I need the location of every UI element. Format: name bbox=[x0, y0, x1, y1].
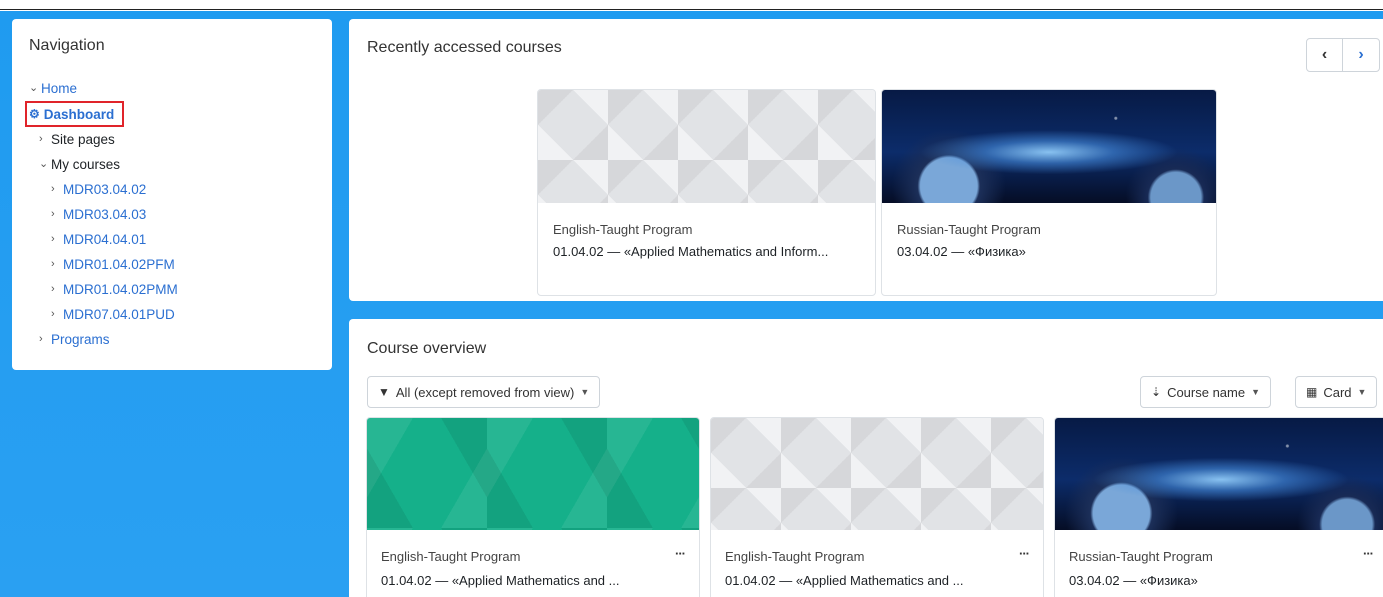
recent-course-card[interactable]: English-Taught Program 01.04.02 — «Appli… bbox=[537, 89, 876, 296]
nav-link-course[interactable]: MDR07.04.01PUD bbox=[63, 302, 175, 327]
course-name[interactable]: 01.04.02 — «Applied Mathematics and ... bbox=[725, 569, 1029, 593]
nav-label-site-pages[interactable]: Site pages bbox=[51, 127, 115, 152]
nav-label-my-courses[interactable]: My courses bbox=[51, 152, 120, 177]
caret-down-icon: ▼ bbox=[1357, 387, 1367, 397]
nav-link-course[interactable]: MDR01.04.02PMM bbox=[63, 277, 178, 302]
nav-item-course[interactable]: › MDR07.04.01PUD bbox=[29, 302, 315, 327]
course-name[interactable]: 03.04.02 — «Физика» bbox=[1069, 569, 1373, 593]
chevron-down-icon: ⌄ bbox=[29, 82, 39, 94]
course-card[interactable]: ··· English-Taught Program 01.04.02 — «A… bbox=[710, 417, 1044, 597]
navigation-block: Navigation ⌄ Home ⚙ Dashboard › Site pag… bbox=[12, 19, 332, 370]
nav-item-home[interactable]: ⌄ Home bbox=[29, 76, 315, 101]
recent-course-card[interactable]: Russian-Taught Program 03.04.02 — «Физик… bbox=[881, 89, 1217, 296]
nav-item-course[interactable]: › MDR01.04.02PMM bbox=[29, 277, 315, 302]
course-category: English-Taught Program bbox=[725, 549, 865, 564]
caret-down-icon: ▼ bbox=[1251, 387, 1261, 397]
nav-item-site-pages[interactable]: › Site pages bbox=[29, 127, 315, 152]
sort-dropdown[interactable]: ⇣ Course name ▼ bbox=[1140, 376, 1272, 408]
course-image[interactable] bbox=[1055, 418, 1383, 530]
navigation-title: Navigation bbox=[29, 37, 105, 54]
nav-item-programs[interactable]: › Programs bbox=[29, 327, 315, 352]
chevron-right-icon: › bbox=[51, 183, 55, 195]
course-image[interactable] bbox=[367, 418, 699, 530]
nav-link-course[interactable]: MDR04.04.01 bbox=[63, 227, 146, 252]
chevron-right-icon[interactable]: › bbox=[1343, 39, 1379, 71]
chevron-right-icon: › bbox=[39, 133, 43, 145]
nav-item-course[interactable]: › MDR03.04.02 bbox=[29, 177, 315, 202]
filter-label: All (except removed from view) bbox=[395, 384, 575, 400]
nav-link-programs[interactable]: Programs bbox=[51, 327, 110, 352]
chevron-right-icon: › bbox=[39, 333, 43, 345]
chevron-right-icon: › bbox=[51, 308, 55, 320]
navigation-tree: ⌄ Home ⚙ Dashboard › Site pages ⌄ My cou… bbox=[25, 76, 315, 352]
course-category: Russian-Taught Program bbox=[1069, 549, 1213, 564]
filter-icon: ▼ bbox=[378, 385, 390, 399]
nav-link-home[interactable]: Home bbox=[41, 76, 77, 101]
view-label: Card bbox=[1323, 384, 1352, 400]
overview-title: Course overview bbox=[367, 340, 487, 357]
recent-pager: ‹ › bbox=[1306, 38, 1380, 72]
nav-link-course[interactable]: MDR01.04.02PFM bbox=[63, 252, 175, 277]
chevron-down-icon: ⌄ bbox=[39, 158, 49, 170]
more-options-icon[interactable]: ··· bbox=[1019, 542, 1030, 566]
course-image[interactable] bbox=[538, 90, 875, 203]
chevron-right-icon: › bbox=[51, 208, 55, 220]
top-strip bbox=[0, 0, 1383, 10]
sort-icon: ⇣ bbox=[1151, 385, 1162, 399]
recent-title: Recently accessed courses bbox=[367, 39, 562, 56]
sort-label: Course name bbox=[1167, 384, 1246, 400]
course-card[interactable]: ··· Russian-Taught Program 03.04.02 — «Ф… bbox=[1054, 417, 1383, 597]
nav-link-course[interactable]: MDR03.04.03 bbox=[63, 202, 146, 227]
recently-accessed-block: Recently accessed courses ‹ › English-Ta… bbox=[349, 19, 1383, 301]
nav-item-dashboard[interactable]: ⚙ Dashboard bbox=[25, 101, 315, 127]
nav-item-course[interactable]: › MDR04.04.01 bbox=[29, 227, 315, 252]
course-overview-block: Course overview ▼ All (except removed fr… bbox=[349, 319, 1383, 597]
course-image[interactable] bbox=[711, 418, 1043, 530]
course-category: Russian-Taught Program bbox=[897, 222, 1041, 237]
nav-item-course[interactable]: › MDR03.04.03 bbox=[29, 202, 315, 227]
filter-dropdown[interactable]: ▼ All (except removed from view) ▼ bbox=[367, 376, 601, 408]
chevron-left-icon[interactable]: ‹ bbox=[1307, 39, 1343, 71]
chevron-right-icon: › bbox=[51, 233, 55, 245]
grid-icon: ▦ bbox=[1306, 385, 1318, 399]
view-dropdown[interactable]: ▦ Card ▼ bbox=[1295, 376, 1378, 408]
nav-link-dashboard[interactable]: Dashboard bbox=[44, 102, 115, 127]
nav-item-course[interactable]: › MDR01.04.02PFM bbox=[29, 252, 315, 277]
dashboard-icon: ⚙ bbox=[29, 106, 40, 121]
course-image[interactable] bbox=[882, 90, 1216, 203]
course-category: English-Taught Program bbox=[553, 222, 693, 237]
course-name[interactable]: 01.04.02 — «Applied Mathematics and ... bbox=[381, 569, 685, 593]
course-name[interactable]: 03.04.02 — «Физика» bbox=[897, 241, 1201, 263]
nav-item-my-courses[interactable]: ⌄ My courses bbox=[29, 152, 315, 177]
more-options-icon[interactable]: ··· bbox=[675, 542, 686, 566]
course-category: English-Taught Program bbox=[381, 549, 521, 564]
course-name[interactable]: 01.04.02 — «Applied Mathematics and Info… bbox=[553, 241, 860, 263]
dashboard-highlight[interactable]: ⚙ Dashboard bbox=[25, 101, 125, 127]
chevron-right-icon: › bbox=[51, 283, 55, 295]
chevron-right-icon: › bbox=[51, 258, 55, 270]
nav-link-course[interactable]: MDR03.04.02 bbox=[63, 177, 146, 202]
caret-down-icon: ▼ bbox=[580, 387, 590, 397]
more-options-icon[interactable]: ··· bbox=[1363, 542, 1374, 566]
course-card[interactable]: ··· English-Taught Program 01.04.02 — «A… bbox=[366, 417, 700, 597]
